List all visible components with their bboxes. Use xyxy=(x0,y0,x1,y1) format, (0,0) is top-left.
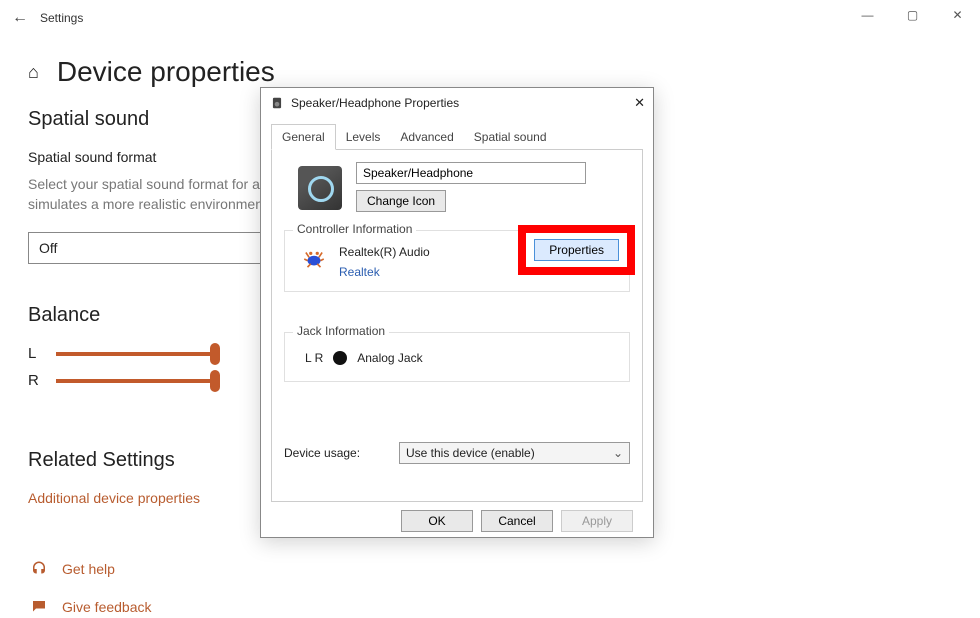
balance-left-slider[interactable] xyxy=(56,352,216,356)
slider-thumb-icon[interactable] xyxy=(210,343,220,365)
realtek-crab-icon xyxy=(299,245,329,273)
spatial-sound-format-value: Off xyxy=(39,240,57,256)
page-title: Device properties xyxy=(57,56,275,88)
controller-properties-button[interactable]: Properties xyxy=(534,239,619,261)
page-header: ⌂ Device properties xyxy=(0,56,980,88)
change-icon-button[interactable]: Change Icon xyxy=(356,190,446,212)
device-icon xyxy=(298,166,342,210)
controller-information-group: Controller Information Realtek(R) Audio … xyxy=(284,230,630,292)
get-help-link[interactable]: Get help xyxy=(62,561,115,577)
minimize-button[interactable]: — xyxy=(845,0,890,30)
dialog-title: Speaker/Headphone Properties xyxy=(291,96,459,110)
tab-advanced[interactable]: Advanced xyxy=(390,125,463,149)
feedback-icon xyxy=(28,596,50,618)
settings-titlebar: ← Settings — ▢ ✕ xyxy=(0,0,980,36)
balance-left-label: L xyxy=(28,345,56,362)
cancel-button[interactable]: Cancel xyxy=(481,510,553,532)
maximize-button[interactable]: ▢ xyxy=(890,0,935,30)
dialog-close-button[interactable]: ✕ xyxy=(634,95,645,111)
jack-color-icon xyxy=(333,351,347,365)
dialog-tabs: General Levels Advanced Spatial sound xyxy=(271,124,643,150)
properties-highlight-box: Properties xyxy=(518,225,635,275)
device-name-input[interactable] xyxy=(356,162,586,184)
tab-general[interactable]: General xyxy=(271,124,336,150)
controller-vendor-link[interactable]: Realtek xyxy=(339,265,430,279)
jack-label: Analog Jack xyxy=(357,351,422,365)
help-icon xyxy=(28,558,50,580)
jack-channels: L R xyxy=(305,351,323,365)
device-usage-label: Device usage: xyxy=(284,446,399,460)
tab-spatial-sound[interactable]: Spatial sound xyxy=(464,125,557,149)
jack-information-group: Jack Information L R Analog Jack xyxy=(284,332,630,382)
speaker-title-icon xyxy=(269,95,285,111)
device-usage-row: Device usage: Use this device (enable) xyxy=(284,442,630,464)
tab-panel-general: Change Icon Controller Information Realt… xyxy=(271,150,643,502)
close-window-button[interactable]: ✕ xyxy=(935,0,980,30)
back-button[interactable]: ← xyxy=(12,9,40,27)
give-feedback-link[interactable]: Give feedback xyxy=(62,599,152,615)
balance-right-slider[interactable] xyxy=(56,379,216,383)
jack-info-legend: Jack Information xyxy=(293,324,389,338)
app-name: Settings xyxy=(40,11,83,25)
slider-thumb-icon[interactable] xyxy=(210,370,220,392)
balance-right-label: R xyxy=(28,372,56,389)
tab-levels[interactable]: Levels xyxy=(336,125,391,149)
apply-button[interactable]: Apply xyxy=(561,510,633,532)
dialog-titlebar[interactable]: Speaker/Headphone Properties ✕ xyxy=(261,88,653,118)
speaker-properties-dialog: Speaker/Headphone Properties ✕ General L… xyxy=(260,87,654,538)
device-usage-value: Use this device (enable) xyxy=(406,446,535,460)
device-usage-dropdown[interactable]: Use this device (enable) xyxy=(399,442,630,464)
controller-name: Realtek(R) Audio xyxy=(339,245,430,259)
ok-button[interactable]: OK xyxy=(401,510,473,532)
additional-device-properties-link[interactable]: Additional device properties xyxy=(28,490,200,506)
home-icon[interactable]: ⌂ xyxy=(28,62,39,83)
controller-info-legend: Controller Information xyxy=(293,222,416,236)
